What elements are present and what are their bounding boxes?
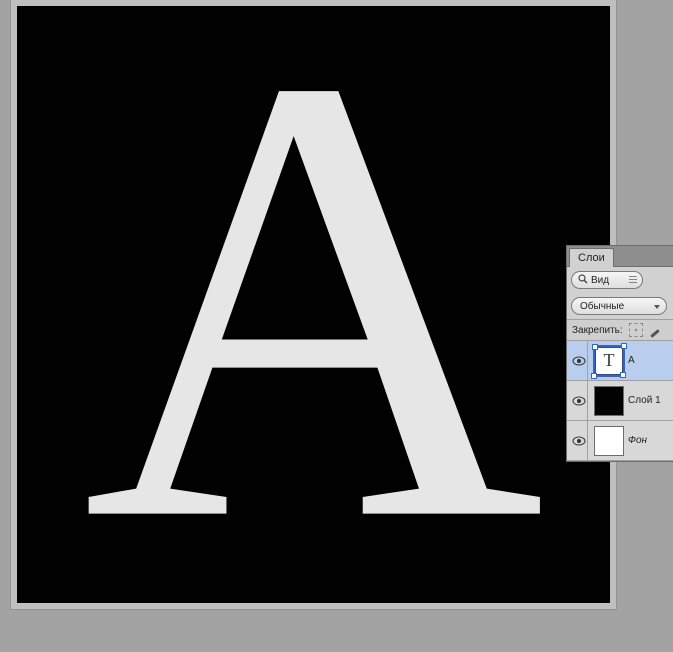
- eye-icon: [572, 436, 586, 446]
- visibility-toggle[interactable]: [570, 341, 588, 380]
- layer-filter-select[interactable]: Вид: [571, 271, 643, 289]
- lock-pixels-icon[interactable]: [649, 323, 663, 337]
- layer-filter-label: Вид: [591, 275, 609, 286]
- layer-thumbnail[interactable]: [594, 426, 624, 456]
- text-layer-content[interactable]: A: [82, 0, 544, 618]
- layer-row[interactable]: T A: [567, 341, 673, 381]
- canvas-area[interactable]: A: [11, 0, 616, 609]
- panel-tabs: Слои: [567, 246, 673, 267]
- layer-thumbnail[interactable]: [594, 386, 624, 416]
- eye-icon: [572, 356, 586, 366]
- lock-row: Закрепить:: [567, 319, 673, 341]
- layer-name[interactable]: Фон: [628, 435, 647, 446]
- magnifier-icon: [578, 274, 588, 287]
- layers-list: T A Слой 1 Фон: [567, 341, 673, 461]
- blend-mode-label: Обычные: [580, 301, 624, 312]
- blend-mode-select[interactable]: Обычные: [571, 297, 667, 315]
- blend-mode-row: Обычные: [567, 293, 673, 319]
- layers-panel: Слои Вид Обычные Закрепить: T A: [566, 245, 673, 462]
- visibility-toggle[interactable]: [570, 421, 588, 460]
- eye-icon: [572, 396, 586, 406]
- layer-name[interactable]: A: [628, 355, 635, 366]
- layer-thumbnail-text[interactable]: T: [594, 346, 624, 376]
- tab-layers[interactable]: Слои: [569, 248, 614, 267]
- document-canvas[interactable]: A: [17, 6, 610, 603]
- layer-row[interactable]: Слой 1: [567, 381, 673, 421]
- layer-filter-row: Вид: [567, 267, 673, 293]
- layer-name[interactable]: Слой 1: [628, 395, 661, 406]
- visibility-toggle[interactable]: [570, 381, 588, 420]
- layer-row[interactable]: Фон: [567, 421, 673, 461]
- lock-transparency-icon[interactable]: [629, 323, 643, 337]
- lock-label: Закрепить:: [572, 325, 623, 336]
